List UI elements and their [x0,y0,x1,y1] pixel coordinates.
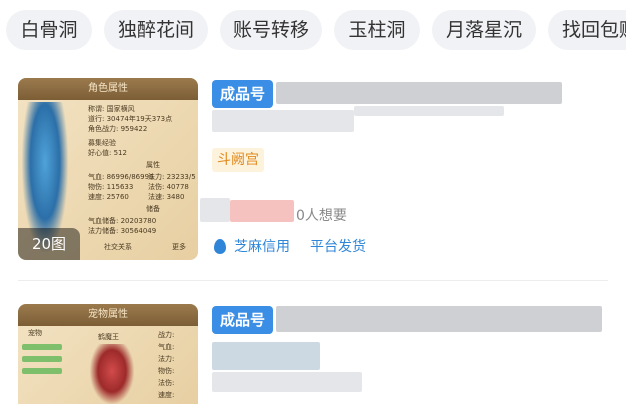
thumb-line: 气血储备: 20203780 [88,217,157,225]
school-tag: 斗阙宫 [212,148,264,172]
thumb-line: 气血: [158,343,175,351]
thumb-line: 法伤: 40778 [148,183,189,191]
chip-recovery-guarantee[interactable]: 找回包赔 [548,10,626,50]
thumb-line: 募集经验 [88,139,116,147]
thumb-line: 物伤: [158,367,175,375]
redacted-title [212,342,320,370]
thumb-line: 法力: [158,355,175,363]
thumb-line: 法力: 23233/5 [148,173,196,181]
chip-account-transfer[interactable]: 账号转移 [220,10,322,50]
chip-yueluoxingchen[interactable]: 月落星沉 [432,10,536,50]
thumb-line: 法速: 3480 [148,193,185,201]
chip-baigudong[interactable]: 白骨洞 [6,10,92,50]
redacted-title [276,306,602,332]
thumb-line: 储备 [146,205,160,213]
sale-type-tag: 成品号 [212,306,274,334]
thumb-line: 社交关系 [104,243,132,251]
thumb-line: 速度: 25760 [88,193,129,201]
redacted-price [230,200,294,222]
redacted-title [212,110,354,132]
thumb-line: 称谓: 国家横风 [88,105,135,113]
thumb-line: 法力储备: 30564049 [88,227,157,235]
thumb-bar [22,344,62,350]
divider [18,280,608,281]
thumb-line: 好心值: 512 [88,149,127,157]
redacted-title [212,372,362,392]
redacted-title [276,82,562,104]
filter-chip-row: 白骨洞 独醉花间 账号转移 玉柱洞 月落星沉 找回包赔 [0,0,626,62]
thumb-line: 法伤: [158,379,175,387]
thumb-line: 宠物 [28,329,42,337]
listing-card[interactable]: 角色属性 称谓: 国家横风 道行: 30474年19天373点 角色战力: 95… [0,76,626,276]
thumb-line: 物伤: 115633 [88,183,134,191]
thumb-line: 速度: [158,391,175,399]
thumb-bar [22,356,62,362]
thumb-line: 战力: [158,331,175,339]
redacted-price [200,198,230,222]
pet-figure [90,344,134,404]
want-count: 0人想要 [296,208,347,224]
chip-yuzhudong[interactable]: 玉柱洞 [334,10,420,50]
thumb-line: 道行: 30474年19天373点 [88,115,173,123]
thumb-line: 角色战力: 959422 [88,125,148,133]
image-count-badge: 20图 [18,228,80,260]
thumb-line: 更多 [172,243,186,251]
zhima-credit-icon [214,239,226,254]
chip-duzuihuajian[interactable]: 独醉花间 [104,10,208,50]
shipping-label: 平台发货 [310,239,366,255]
pet-name: 鹤魔王 [98,333,119,341]
credit-label: 芝麻信用 [234,239,290,255]
listing-thumbnail[interactable]: 宠物属性 宠物 鹤魔王 战力: 气血: 法力: 物伤: 法伤: 速度: [18,304,198,404]
thumb-bar [22,368,62,374]
thumb-line: 属性 [146,161,160,169]
listing-card[interactable]: 宠物属性 宠物 鹤魔王 战力: 气血: 法力: 物伤: 法伤: 速度: 成品号 [0,300,626,404]
sale-type-tag: 成品号 [212,80,274,108]
thumb-panel-header: 宠物属性 [18,304,198,326]
thumb-line: 气血: 86996/86996 [88,173,154,181]
thumb-panel-header: 角色属性 [18,78,198,100]
redacted-title [354,106,504,116]
